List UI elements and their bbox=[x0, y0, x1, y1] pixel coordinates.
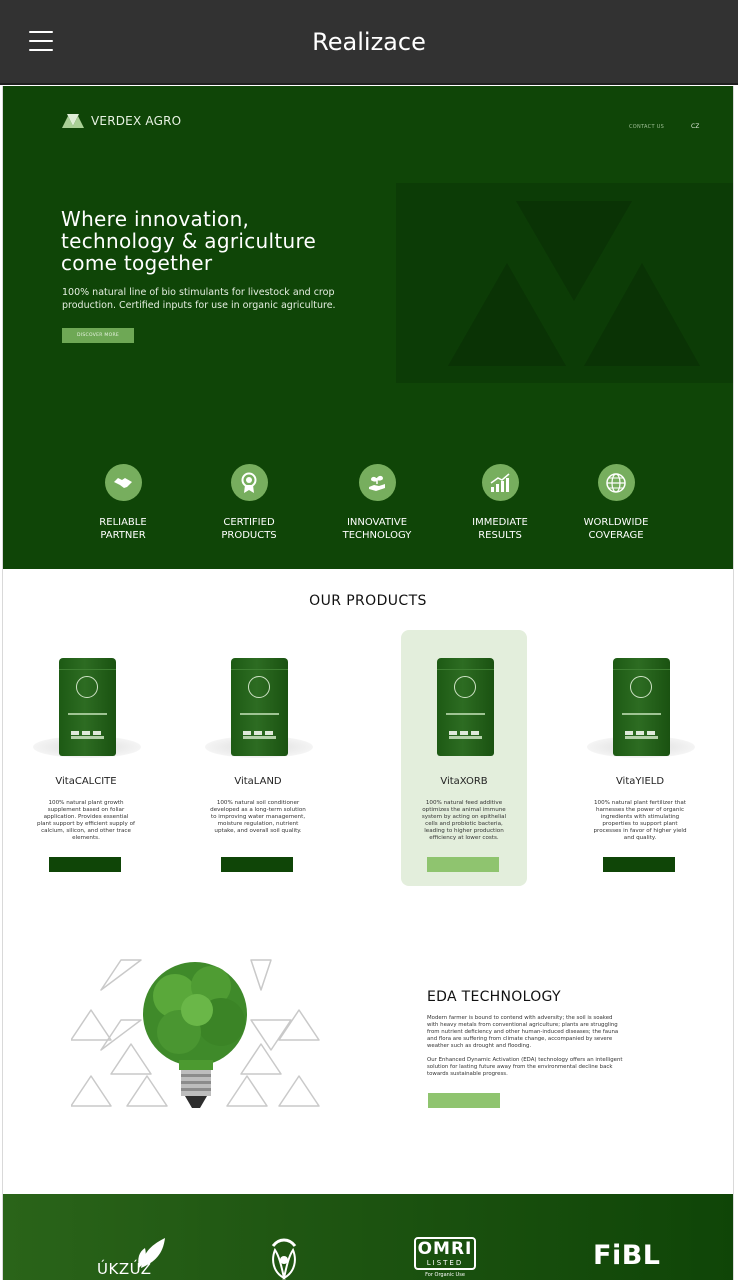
feature-reliable-partner: RELIABLE PARTNER bbox=[63, 464, 183, 542]
eda-paragraph: Modern farmer is bound to contend with a… bbox=[427, 1015, 619, 1049]
feature-immediate-results: IMMEDIATE RESULTS bbox=[440, 464, 560, 542]
product-name: VitaLAND bbox=[234, 776, 282, 787]
product-card-vitayield[interactable]: VitaYIELD 100% natural plant fertilizer … bbox=[577, 630, 703, 886]
feature-innovative-technology: INNOVATIVE TECHNOLOGY bbox=[317, 464, 437, 542]
webpage-preview[interactable]: VERDEX AGRO CONTACT US CZ Where innovati… bbox=[2, 86, 734, 1280]
omri-logo-subtitle: For Organic Use bbox=[425, 1272, 465, 1278]
feature-label: CERTIFIED PRODUCTS bbox=[221, 517, 277, 541]
demeter-logo[interactable] bbox=[267, 1234, 301, 1280]
app-bar: Realizace bbox=[0, 0, 738, 85]
product-name: VitaCALCITE bbox=[55, 776, 117, 787]
partner-logos-strip: ÚKZÚZ OMRI LISTED For Organic Use FiBL bbox=[3, 1194, 733, 1280]
feature-row: RELIABLE PARTNER CERTIFIED PRODUCTS INNO… bbox=[3, 464, 733, 554]
product-card-vitaxorb[interactable]: VitaXORB 100% natural feed additive opti… bbox=[401, 630, 527, 886]
eda-learn-more-button[interactable] bbox=[428, 1093, 500, 1108]
feature-certified-products: CERTIFIED PRODUCTS bbox=[189, 464, 309, 542]
omri-logo-listed: LISTED bbox=[426, 1259, 464, 1267]
omri-logo[interactable]: OMRI LISTED bbox=[414, 1237, 476, 1270]
product-button[interactable] bbox=[221, 857, 293, 872]
product-description: 100% natural feed additive optimizes the… bbox=[421, 800, 507, 841]
hand-plant-icon bbox=[358, 464, 396, 501]
fibl-logo[interactable]: FiBL bbox=[593, 1240, 660, 1271]
discover-more-button[interactable]: DISCOVER MORE bbox=[62, 328, 134, 343]
eda-lightbulb-illustration bbox=[70, 956, 321, 1126]
products-heading: OUR PRODUCTS bbox=[309, 593, 427, 609]
brand-logo[interactable]: VERDEX AGRO bbox=[62, 114, 181, 128]
feature-label: IMMEDIATE RESULTS bbox=[472, 517, 528, 541]
hero-logo-art bbox=[396, 183, 733, 383]
nav-contact-link[interactable]: CONTACT US bbox=[629, 124, 664, 130]
feature-label: WORLDWIDE COVERAGE bbox=[583, 517, 649, 541]
product-name: VitaXORB bbox=[440, 776, 488, 787]
nav-language-switch[interactable]: CZ bbox=[691, 123, 699, 130]
eda-title: EDA TECHNOLOGY bbox=[427, 989, 561, 1005]
product-name: VitaYIELD bbox=[615, 776, 665, 787]
feature-label: INNOVATIVE TECHNOLOGY bbox=[342, 517, 412, 541]
product-description: 100% natural plant growth supplement bas… bbox=[37, 800, 135, 841]
product-image bbox=[23, 654, 149, 762]
hero-title: Where innovation, technology & agricultu… bbox=[61, 207, 317, 275]
product-image bbox=[577, 654, 703, 762]
verdex-logo-icon bbox=[62, 114, 84, 128]
product-button[interactable] bbox=[427, 857, 499, 872]
growth-chart-icon bbox=[481, 464, 519, 501]
product-card-vitacalcite[interactable]: VitaCALCITE 100% natural plant growth su… bbox=[23, 630, 149, 886]
app-title: Realizace bbox=[312, 28, 426, 56]
award-ribbon-icon bbox=[230, 464, 268, 501]
product-image bbox=[195, 654, 321, 762]
omri-logo-text: OMRI bbox=[417, 1239, 473, 1259]
product-description: 100% natural plant fertilizer that harne… bbox=[593, 800, 687, 841]
globe-icon bbox=[597, 464, 635, 501]
brand-name: VERDEX AGRO bbox=[91, 114, 182, 128]
product-button[interactable] bbox=[603, 857, 675, 872]
product-description: 100% natural soil conditioner developed … bbox=[210, 800, 306, 834]
eda-paragraph: Our Enhanced Dynamic Activation (EDA) te… bbox=[427, 1057, 623, 1077]
handshake-icon bbox=[104, 464, 142, 501]
feature-label: RELIABLE PARTNER bbox=[99, 517, 147, 541]
feature-worldwide-coverage: WORLDWIDE COVERAGE bbox=[556, 464, 676, 542]
product-button[interactable] bbox=[49, 857, 121, 872]
product-image bbox=[401, 654, 527, 762]
hero-subtitle: 100% natural line of bio stimulants for … bbox=[62, 287, 336, 311]
hero-section: VERDEX AGRO CONTACT US CZ Where innovati… bbox=[3, 86, 733, 569]
ukzuz-logo[interactable]: ÚKZÚZ bbox=[97, 1260, 152, 1278]
product-card-vitaland[interactable]: VitaLAND 100% natural soil conditioner d… bbox=[195, 630, 321, 886]
